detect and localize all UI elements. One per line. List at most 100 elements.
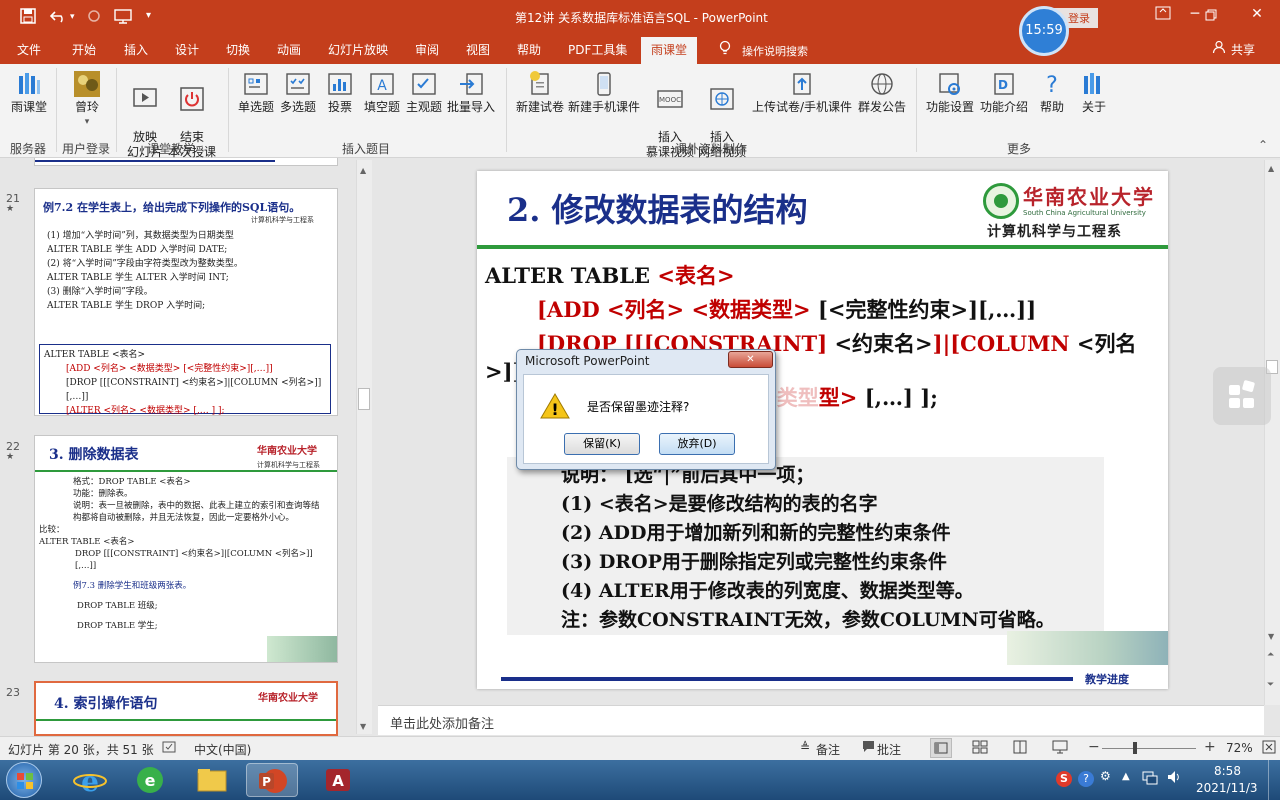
settings-button[interactable]: 功能设置 (924, 70, 976, 115)
tray-icon[interactable]: ⚙ (1100, 769, 1111, 783)
share-icon[interactable] (1212, 40, 1226, 57)
vote-button[interactable]: 投票 (322, 70, 358, 115)
share-button[interactable]: 共享 (1231, 41, 1255, 58)
tab-file[interactable]: 文件 (17, 41, 41, 58)
tab-review[interactable]: 审阅 (415, 41, 439, 58)
close-icon[interactable]: ✕ (1242, 6, 1272, 26)
from-beginning-icon[interactable] (113, 8, 133, 28)
save-icon[interactable] (20, 8, 36, 28)
show-desktop-button[interactable] (1268, 760, 1280, 800)
tab-transitions[interactable]: 切换 (226, 41, 250, 58)
notes-placeholder[interactable]: 单击此处添加备注 (390, 713, 494, 732)
discard-button[interactable]: 放弃(D) (659, 433, 735, 455)
slide-thumbnail-20[interactable] (34, 158, 338, 166)
lightbulb-icon (718, 40, 732, 60)
help-button[interactable]: ? 帮助 (1034, 70, 1070, 115)
progress-link[interactable]: 教学进度 (1085, 671, 1129, 687)
network-icon[interactable] (1142, 769, 1158, 788)
comments-toggle[interactable]: 批注 (877, 741, 901, 758)
volume-icon[interactable] (1166, 769, 1182, 788)
single-choice-button[interactable]: 单选题 (236, 70, 276, 115)
notes-pane[interactable]: 单击此处添加备注 (378, 705, 1264, 735)
tab-rain-classroom[interactable]: 雨课堂 (641, 37, 698, 64)
title-rule (477, 245, 1168, 249)
tab-home[interactable]: 开始 (72, 41, 96, 58)
scrollbar-thumb[interactable] (358, 388, 370, 410)
group-label-user-login: 用户登录 (62, 142, 111, 156)
fit-to-window-icon[interactable] (1262, 740, 1276, 757)
rain-classroom-timer[interactable]: 15:59 (1019, 6, 1069, 56)
slide-thumbnail-23[interactable]: 4. 索引操作语句 华南农业大学 (34, 681, 338, 736)
slide-thumbnail-22[interactable]: 3. 删除数据表 华南农业大学 计算机科学与工程系 格式：DROP TABLE … (34, 435, 338, 663)
next-slide-icon[interactable]: ⏷ (1267, 680, 1274, 690)
single-choice-icon (244, 73, 268, 95)
help-tray-icon[interactable]: ? (1078, 771, 1094, 787)
notes-icon[interactable]: ≜ (800, 740, 810, 754)
feature-intro-button[interactable]: D 功能介绍 (978, 70, 1030, 115)
slide-thumbnail-21[interactable]: 例7.2 在学生表上，给出完成下列操作的SQL语句。 计算机科学与工程系 (1)… (34, 188, 338, 416)
taskbar-date[interactable]: 2021/11/3 (1196, 781, 1258, 795)
tab-animations[interactable]: 动画 (277, 41, 301, 58)
svg-text:MOOC: MOOC (659, 96, 681, 104)
mooc-icon: MOOC (657, 90, 683, 108)
reading-view-icon[interactable] (1012, 740, 1028, 757)
start-button[interactable] (6, 762, 42, 798)
zoom-out-icon[interactable]: − (1088, 739, 1100, 755)
undo-icon[interactable] (49, 8, 68, 28)
zoom-in-icon[interactable]: + (1204, 739, 1216, 755)
zoom-slider-thumb[interactable] (1133, 742, 1137, 754)
slide-scrollbar[interactable]: ▲ ▼ ⏶ ⏷ (1264, 160, 1280, 705)
collapse-ribbon-icon[interactable]: ⌃ (1258, 138, 1268, 152)
keep-button[interactable]: 保留(K) (564, 433, 640, 455)
sogou-input-icon[interactable]: S (1056, 771, 1072, 787)
spellcheck-icon[interactable] (162, 740, 176, 757)
new-exam-button[interactable]: 新建试卷 (514, 70, 566, 115)
about-button[interactable]: 关于 (1076, 70, 1112, 115)
tab-pdf-tools[interactable]: PDF工具集 (568, 41, 627, 58)
ribbon-separator (116, 68, 117, 152)
subjective-button[interactable]: 主观题 (404, 70, 444, 115)
rain-classroom-button[interactable]: 雨课堂 (8, 70, 50, 115)
tab-view[interactable]: 视图 (466, 41, 490, 58)
user-login-button[interactable]: 曾玲 ▾ (64, 70, 110, 130)
powerpoint-taskbar-icon[interactable]: P (246, 763, 298, 797)
show-hidden-icons[interactable]: ▲ (1122, 771, 1130, 782)
zoom-level[interactable]: 72% (1226, 741, 1253, 755)
access-taskbar-icon[interactable]: A (312, 763, 364, 797)
multi-choice-button[interactable]: 多选题 (278, 70, 318, 115)
ie-taskbar-icon[interactable]: e (64, 763, 116, 798)
customize-toolbar-icon[interactable]: ▾ (146, 10, 151, 21)
slideshow-view-icon[interactable] (1052, 740, 1068, 757)
notes-toggle[interactable]: 备注 (816, 741, 840, 758)
tab-design[interactable]: 设计 (175, 41, 199, 58)
new-mobile-courseware-button[interactable]: 新建手机课件 (566, 70, 642, 115)
normal-view-icon[interactable] (930, 738, 952, 758)
upload-exam-button[interactable]: 上传试卷/手机课件 (750, 70, 854, 115)
subjective-icon (412, 73, 436, 95)
thumbnail-scrollbar[interactable]: ▲ ▼ (356, 160, 372, 734)
language-indicator[interactable]: 中文(中国) (194, 741, 251, 758)
broadcast-notice-button[interactable]: 群发公告 (856, 70, 908, 115)
zoom-slider[interactable] (1102, 748, 1196, 749)
tab-slideshow[interactable]: 幻灯片放映 (328, 41, 388, 58)
browser-taskbar-icon[interactable]: e (124, 763, 176, 797)
tell-me-search[interactable]: 操作说明搜索 (742, 43, 808, 59)
globe-video-icon (710, 88, 734, 110)
restore-icon[interactable] (1196, 6, 1226, 26)
taskbar-time[interactable]: 8:58 (1214, 764, 1241, 778)
ribbon-display-icon[interactable] (1148, 6, 1178, 26)
dialog-close-button[interactable]: ✕ (728, 351, 773, 368)
floating-tools-icon[interactable] (1213, 367, 1271, 425)
slide-sorter-icon[interactable] (972, 740, 988, 757)
upload-icon (793, 73, 811, 95)
comments-icon[interactable] (862, 740, 875, 756)
explorer-taskbar-icon[interactable] (186, 763, 238, 797)
previous-slide-icon[interactable]: ⏶ (1267, 650, 1274, 660)
group-label-classroom: 课堂教学 (147, 142, 196, 156)
tab-insert[interactable]: 插入 (124, 41, 148, 58)
tab-help[interactable]: 帮助 (517, 41, 541, 58)
batch-import-button[interactable]: 批量导入 (446, 70, 496, 115)
university-name: 华南农业大学 (1023, 185, 1155, 209)
undo-dropdown-icon[interactable]: ▾ (70, 12, 75, 22)
fill-blank-button[interactable]: A 填空题 (362, 70, 402, 115)
